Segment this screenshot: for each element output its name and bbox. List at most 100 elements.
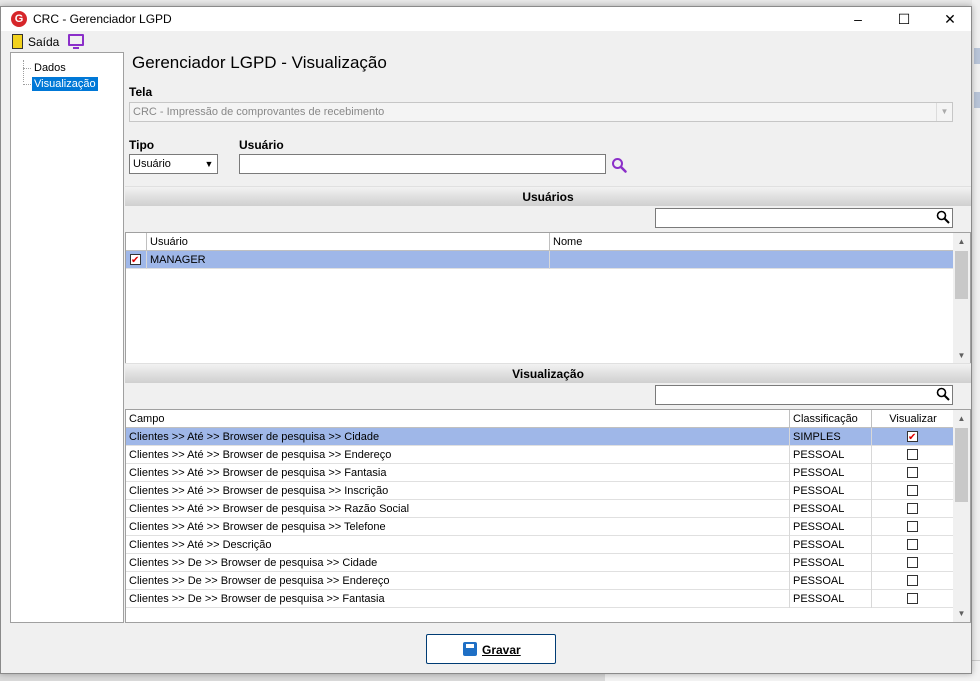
table-row[interactable]: Clientes >> Até >> Browser de pesquisa >… — [126, 500, 955, 518]
column-header-usuario[interactable]: Usuário — [147, 233, 550, 251]
cell-classificacao: PESSOAL — [790, 554, 872, 572]
monitor-icon[interactable] — [68, 34, 84, 49]
cell-visualizar[interactable] — [872, 590, 955, 608]
cell-campo: Clientes >> Até >> Descrição — [126, 536, 790, 554]
usuarios-grid: Usuário Nome MANAGER ▲ ▼ — [125, 232, 971, 365]
close-button[interactable]: ✕ — [927, 7, 973, 31]
cell-visualizar[interactable] — [872, 554, 955, 572]
save-button[interactable]: Gravar — [426, 634, 556, 664]
column-header-classificacao[interactable]: Classificação — [790, 410, 872, 428]
cell-visualizar[interactable] — [872, 572, 955, 590]
table-row[interactable]: Clientes >> Até >> Browser de pesquisa >… — [126, 464, 955, 482]
cell-classificacao: PESSOAL — [790, 446, 872, 464]
usuarios-section-header: Usuários — [125, 186, 971, 206]
chevron-down-icon: ▼ — [936, 103, 952, 121]
tree-connector — [23, 68, 31, 69]
table-row[interactable]: MANAGER — [126, 251, 955, 269]
cell-nome — [550, 251, 955, 269]
search-icon[interactable] — [611, 157, 627, 173]
visualizar-checkbox[interactable] — [907, 521, 918, 532]
save-disk-icon — [463, 642, 477, 656]
visualizacao-search-input[interactable] — [655, 385, 953, 405]
cell-campo: Clientes >> Até >> Browser de pesquisa >… — [126, 518, 790, 536]
title-bar[interactable]: G CRC - Gerenciador LGPD – ☐ ✕ — [1, 7, 971, 31]
tela-select[interactable]: CRC - Impressão de comprovantes de receb… — [129, 102, 953, 122]
tree-connector — [23, 60, 24, 82]
cell-campo: Clientes >> Até >> Browser de pesquisa >… — [126, 482, 790, 500]
cell-visualizar[interactable] — [872, 482, 955, 500]
cell-campo: Clientes >> De >> Browser de pesquisa >>… — [126, 590, 790, 608]
visualizar-checkbox[interactable] — [907, 557, 918, 568]
cell-visualizar[interactable] — [872, 446, 955, 464]
search-icon[interactable] — [936, 210, 950, 224]
row-check-cell[interactable] — [126, 251, 147, 269]
visualizar-checkbox[interactable] — [907, 449, 918, 460]
tipo-select[interactable]: Usuário ▼ — [129, 154, 218, 174]
page-title: Gerenciador LGPD - Visualização — [132, 53, 387, 72]
column-header-nome[interactable]: Nome — [550, 233, 955, 251]
navigation-tree: Dados Visualização — [10, 52, 124, 623]
cell-campo: Clientes >> Até >> Browser de pesquisa >… — [126, 464, 790, 482]
visualizar-checkbox[interactable] — [907, 593, 918, 604]
table-row[interactable]: Clientes >> Até >> Browser de pesquisa >… — [126, 446, 955, 464]
app-logo-icon: G — [11, 11, 27, 27]
cell-visualizar[interactable] — [872, 536, 955, 554]
cell-visualizar[interactable] — [872, 500, 955, 518]
visualizacao-scrollbar[interactable]: ▲ ▼ — [953, 410, 970, 622]
column-header-visualizar[interactable]: Visualizar — [872, 410, 955, 428]
background-app-right — [972, 0, 980, 681]
scroll-down-icon[interactable]: ▼ — [953, 605, 970, 622]
cell-usuario: MANAGER — [147, 251, 550, 269]
cell-visualizar[interactable] — [872, 428, 955, 446]
visualizar-checkbox[interactable] — [907, 485, 918, 496]
visualizar-checkbox[interactable] — [907, 539, 918, 550]
cell-classificacao: PESSOAL — [790, 500, 872, 518]
usuarios-grid-header: Usuário Nome — [126, 233, 955, 251]
table-row[interactable]: Clientes >> De >> Browser de pesquisa >>… — [126, 590, 955, 608]
visualizacao-grid: Campo Classificação Visualizar Clientes … — [125, 409, 971, 623]
cell-classificacao: PESSOAL — [790, 482, 872, 500]
cell-classificacao: SIMPLES — [790, 428, 872, 446]
visualizar-checkbox[interactable] — [907, 429, 918, 446]
minimize-button[interactable]: – — [835, 7, 881, 31]
chevron-down-icon: ▼ — [204, 159, 214, 169]
tree-item-dados[interactable]: Dados — [32, 61, 68, 75]
cell-campo: Clientes >> Até >> Browser de pesquisa >… — [126, 500, 790, 518]
row-checkbox[interactable] — [130, 252, 141, 269]
column-header-campo[interactable]: Campo — [126, 410, 790, 428]
scroll-thumb[interactable] — [955, 251, 968, 299]
table-row[interactable]: Clientes >> Até >> Browser de pesquisa >… — [126, 518, 955, 536]
table-row[interactable]: Clientes >> De >> Browser de pesquisa >>… — [126, 554, 955, 572]
cell-campo: Clientes >> De >> Browser de pesquisa >>… — [126, 572, 790, 590]
table-row[interactable]: Clientes >> Até >> Descrição PESSOAL — [126, 536, 955, 554]
cell-visualizar[interactable] — [872, 518, 955, 536]
cell-visualizar[interactable] — [872, 464, 955, 482]
visualizar-checkbox[interactable] — [907, 467, 918, 478]
usuarios-search-input[interactable] — [655, 208, 953, 228]
cell-classificacao: PESSOAL — [790, 518, 872, 536]
tipo-label: Tipo — [129, 138, 155, 152]
tela-select-value: CRC - Impressão de comprovantes de receb… — [133, 106, 385, 118]
scroll-up-icon[interactable]: ▲ — [953, 233, 970, 250]
table-row[interactable]: Clientes >> De >> Browser de pesquisa >>… — [126, 572, 955, 590]
scroll-down-icon[interactable]: ▼ — [953, 347, 970, 364]
tela-label: Tela — [129, 85, 153, 99]
visualizar-checkbox[interactable] — [907, 503, 918, 514]
cell-classificacao: PESSOAL — [790, 572, 872, 590]
visualizacao-grid-header: Campo Classificação Visualizar — [126, 410, 955, 428]
maximize-button[interactable]: ☐ — [881, 7, 927, 31]
search-icon[interactable] — [936, 387, 950, 401]
usuarios-scrollbar[interactable]: ▲ ▼ — [953, 233, 970, 364]
exit-button[interactable]: Saída — [28, 35, 59, 49]
visualizar-checkbox[interactable] — [907, 575, 918, 586]
scroll-thumb[interactable] — [955, 428, 968, 502]
table-row[interactable]: Clientes >> Até >> Browser de pesquisa >… — [126, 428, 955, 446]
cell-campo: Clientes >> Até >> Browser de pesquisa >… — [126, 428, 790, 446]
scroll-up-icon[interactable]: ▲ — [953, 410, 970, 427]
tree-item-visualizacao[interactable]: Visualização — [32, 77, 98, 91]
tipo-select-value: Usuário — [133, 158, 171, 170]
table-row[interactable]: Clientes >> Até >> Browser de pesquisa >… — [126, 482, 955, 500]
exit-door-icon[interactable] — [12, 34, 23, 49]
usuario-input[interactable] — [239, 154, 606, 174]
background-block — [974, 92, 980, 108]
